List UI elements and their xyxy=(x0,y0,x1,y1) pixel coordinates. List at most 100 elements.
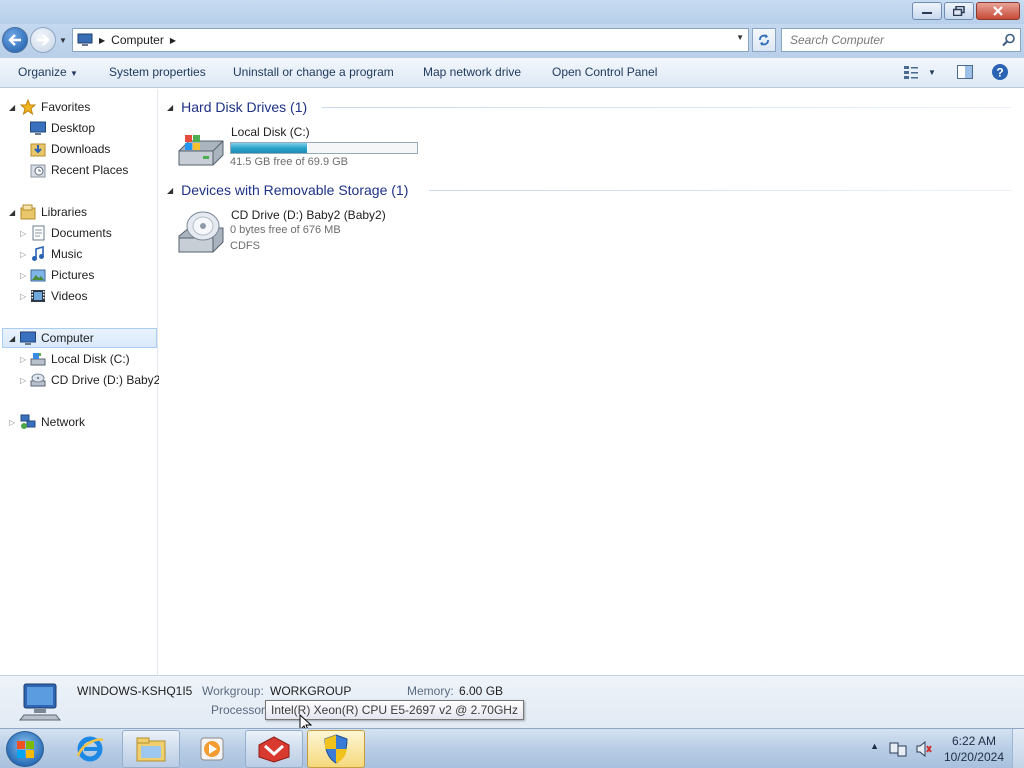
expand-music-icon[interactable]: ▷ xyxy=(20,250,26,259)
map-network-drive-button[interactable]: Map network drive xyxy=(423,65,521,79)
cd-drive-free-space: 0 bytes free of 676 MB xyxy=(230,224,341,236)
computer-icon xyxy=(77,33,93,46)
collapse-group-icon[interactable]: ◢ xyxy=(167,186,173,195)
nav-libraries[interactable]: Libraries xyxy=(20,202,87,222)
nav-desktop[interactable]: Desktop xyxy=(30,118,95,138)
forward-arrow-icon xyxy=(37,34,50,46)
cd-drive-name: CD Drive (D:) Baby2 (Baby2) xyxy=(231,208,386,222)
address-history-dropdown-icon[interactable]: ▼ xyxy=(736,33,744,42)
search-box[interactable] xyxy=(781,28,1021,52)
cd-drive-item[interactable]: CD Drive (D:) Baby2 (Baby2) 0 bytes free… xyxy=(175,206,425,258)
breadcrumb-computer[interactable]: Computer xyxy=(111,33,164,47)
search-input[interactable] xyxy=(790,33,990,47)
organize-button[interactable]: Organize ▼ xyxy=(18,65,78,79)
expand-network-icon[interactable]: ▷ xyxy=(9,418,15,427)
recent-pages-dropdown[interactable]: ▼ xyxy=(58,32,68,48)
expand-favorites-icon[interactable]: ◢ xyxy=(9,103,15,112)
nav-videos-label: Videos xyxy=(51,289,88,303)
close-icon xyxy=(993,6,1003,16)
content-area: ◢ Hard Disk Drives (1) Local Disk (C:) 4… xyxy=(159,89,1024,675)
windows-logo-icon xyxy=(17,741,34,758)
computer-name: WINDOWS-KSHQ1I5 xyxy=(77,684,193,698)
taskbar-app-red[interactable] xyxy=(245,730,303,768)
preview-pane-icon[interactable] xyxy=(956,63,974,81)
svg-text:?: ? xyxy=(996,66,1003,80)
local-disk-name: Local Disk (C:) xyxy=(231,125,310,139)
restore-icon xyxy=(953,6,965,16)
taskbar-media-player[interactable] xyxy=(183,730,241,768)
close-button[interactable] xyxy=(976,2,1020,20)
expand-cd-drive-icon[interactable]: ▷ xyxy=(20,376,26,385)
start-button[interactable] xyxy=(6,731,44,767)
nav-network[interactable]: Network xyxy=(20,412,85,432)
taskbar-windows-explorer[interactable] xyxy=(122,730,180,768)
nav-music-label: Music xyxy=(51,247,83,261)
taskbar-internet-explorer[interactable] xyxy=(61,730,119,768)
expand-local-disk-icon[interactable]: ▷ xyxy=(20,355,26,364)
back-button[interactable] xyxy=(2,27,28,53)
refresh-button[interactable] xyxy=(752,28,776,52)
nav-favorites[interactable]: Favorites xyxy=(20,97,90,117)
change-view-icon[interactable] xyxy=(902,63,920,81)
hard-drive-icon xyxy=(30,353,46,366)
taskbar-security-center[interactable] xyxy=(307,730,365,768)
nav-computer[interactable]: Computer xyxy=(2,328,157,348)
nav-documents[interactable]: Documents xyxy=(30,223,112,243)
system-properties-button[interactable]: System properties xyxy=(109,65,206,79)
restore-button[interactable] xyxy=(944,2,974,20)
forward-button[interactable] xyxy=(30,27,56,53)
nav-local-disk-label: Local Disk (C:) xyxy=(51,352,130,366)
breadcrumb-separator-icon[interactable]: ▶ xyxy=(99,36,105,45)
nav-videos[interactable]: Videos xyxy=(30,286,87,306)
local-disk-item[interactable]: Local Disk (C:) 41.5 GB free of 69.9 GB xyxy=(175,123,425,173)
nav-music[interactable]: Music xyxy=(30,244,82,264)
clock[interactable]: 6:22 AM 10/20/2024 xyxy=(944,733,1004,765)
nav-downloads[interactable]: Downloads xyxy=(30,139,110,159)
cd-drive-icon xyxy=(30,373,46,387)
hard-drive-icon xyxy=(178,135,224,166)
help-icon[interactable]: ? xyxy=(991,63,1009,81)
breadcrumb-expand-icon[interactable]: ▶ xyxy=(170,36,176,45)
red-app-icon xyxy=(258,736,290,763)
address-row: ▼ ▶ Computer ▶ ▼ xyxy=(0,24,1024,58)
expand-libraries-icon[interactable]: ◢ xyxy=(9,208,15,217)
nav-recent-places[interactable]: Recent Places xyxy=(30,160,128,180)
expand-documents-icon[interactable]: ▷ xyxy=(20,229,26,238)
volume-muted-icon[interactable] xyxy=(915,740,933,758)
computer-large-icon xyxy=(18,683,62,721)
nav-pictures[interactable]: Pictures xyxy=(30,265,94,285)
cd-drive-filesystem: CDFS xyxy=(230,240,260,252)
nav-downloads-label: Downloads xyxy=(51,142,111,156)
removable-storage-group-label: Devices with Removable Storage (1) xyxy=(181,182,409,198)
collapse-group-icon[interactable]: ◢ xyxy=(167,103,173,112)
nav-network-label: Network xyxy=(41,415,86,429)
action-center-flag-icon[interactable] xyxy=(889,740,907,758)
taskbar: ▲ 6:22 AM 10/20/2024 xyxy=(0,728,1024,768)
folder-icon xyxy=(136,737,166,762)
removable-storage-group-header[interactable]: ◢ Devices with Removable Storage (1) xyxy=(167,180,408,200)
media-player-icon xyxy=(200,737,224,761)
libraries-icon xyxy=(20,204,36,220)
star-icon xyxy=(20,99,36,115)
open-control-panel-button[interactable]: Open Control Panel xyxy=(552,65,657,79)
music-icon xyxy=(32,246,44,261)
internet-explorer-icon xyxy=(76,736,104,762)
view-options-dropdown-icon[interactable]: ▼ xyxy=(928,68,936,77)
nav-local-disk[interactable]: Local Disk (C:) xyxy=(30,349,130,369)
expand-videos-icon[interactable]: ▷ xyxy=(20,292,26,301)
search-icon[interactable] xyxy=(1002,33,1016,47)
clock-date: 10/20/2024 xyxy=(943,750,1004,764)
organize-label: Organize xyxy=(18,65,67,79)
address-bar[interactable]: ▶ Computer ▶ ▼ xyxy=(72,28,749,52)
expand-pictures-icon[interactable]: ▷ xyxy=(20,271,26,280)
processor-label: Processor: xyxy=(211,703,269,717)
nav-computer-label: Computer xyxy=(41,331,94,345)
navigation-pane: ◢ Favorites Desktop Downloads Recent Pla… xyxy=(0,89,160,675)
minimize-button[interactable] xyxy=(912,2,942,20)
show-desktop-button[interactable] xyxy=(1012,729,1024,768)
expand-computer-icon[interactable]: ◢ xyxy=(9,334,15,343)
hard-disk-drives-group-header[interactable]: ◢ Hard Disk Drives (1) xyxy=(167,97,307,117)
nav-cd-drive[interactable]: CD Drive (D:) Baby2 xyxy=(30,370,160,390)
uninstall-program-button[interactable]: Uninstall or change a program xyxy=(233,65,394,79)
show-hidden-icons-button[interactable]: ▲ xyxy=(870,741,879,751)
